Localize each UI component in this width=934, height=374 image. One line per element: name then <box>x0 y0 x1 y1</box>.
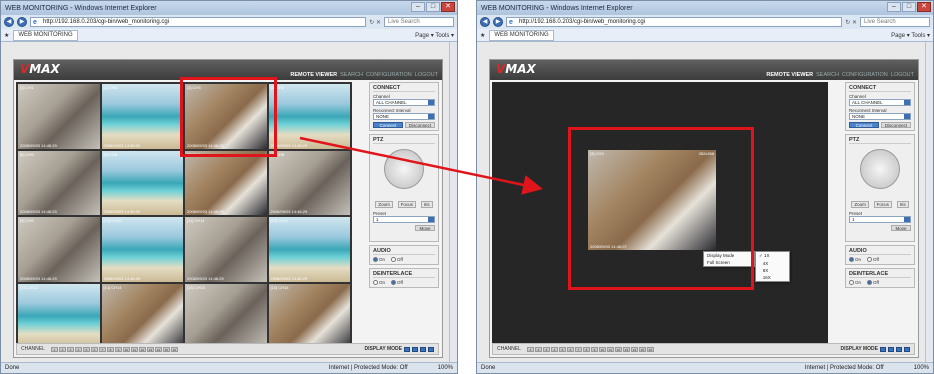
annotation-arrow <box>299 136 543 195</box>
